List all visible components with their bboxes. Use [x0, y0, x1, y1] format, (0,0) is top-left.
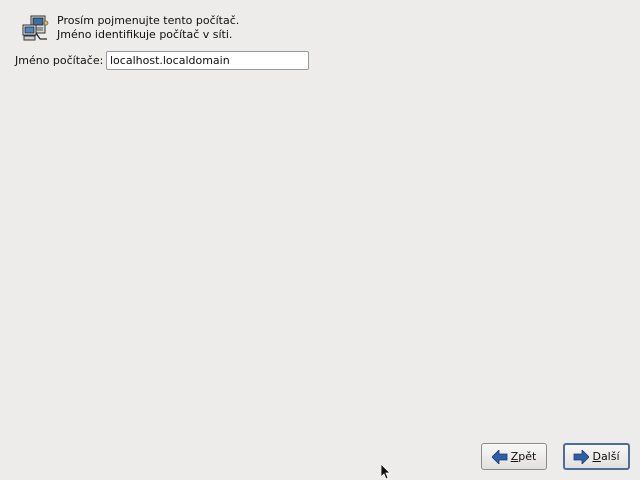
arrow-right-icon	[574, 449, 590, 464]
next-button[interactable]: Další	[563, 443, 630, 470]
back-button[interactable]: Zpět	[481, 443, 547, 470]
next-button-label: Další	[592, 450, 620, 463]
arrow-left-icon	[491, 449, 508, 464]
hostname-input[interactable]	[106, 51, 309, 70]
header-description: Jméno identifikuje počítač v síti.	[57, 28, 233, 41]
header-text: Prosím pojmenujte tento počítač. Jméno i…	[57, 14, 239, 42]
network-computer-icon	[22, 15, 49, 41]
hostname-label: Jméno počítače:	[15, 54, 104, 67]
header-title: Prosím pojmenujte tento počítač.	[57, 14, 240, 27]
mouse-cursor-icon	[381, 464, 391, 480]
back-button-label: Zpět	[510, 450, 537, 463]
